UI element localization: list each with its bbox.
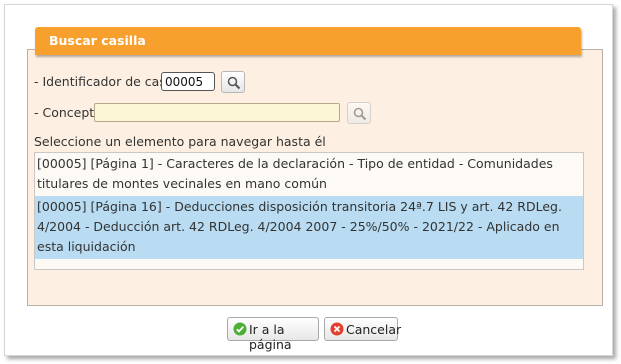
cancel-label: Cancelar [346, 322, 402, 337]
id-input[interactable] [161, 72, 215, 91]
concept-label: - Concepto [34, 105, 102, 120]
list-caption: Seleccione un elemento para navegar hast… [34, 134, 326, 149]
check-icon [233, 322, 247, 336]
magnifier-icon [353, 107, 367, 121]
go-to-page-button[interactable]: Ir a la página [227, 317, 319, 352]
concept-search-button[interactable] [347, 102, 371, 124]
close-icon [330, 322, 344, 336]
panel-title: Buscar casilla [49, 33, 146, 48]
result-row[interactable]: [00005] [Página 1] - Caracteres de la de… [35, 153, 583, 196]
cancel-button[interactable]: Cancelar [324, 317, 402, 341]
go-to-page-label: Ir a la página [249, 322, 292, 352]
magnifier-icon [227, 76, 241, 90]
concept-input[interactable] [94, 103, 340, 122]
panel-header: Buscar casilla [35, 27, 581, 55]
result-row-selected[interactable]: [00005] [Página 16] - Deducciones dispos… [35, 196, 583, 259]
id-search-button[interactable] [221, 71, 245, 93]
results-list[interactable]: [00005] [Página 1] - Caracteres de la de… [34, 152, 584, 270]
